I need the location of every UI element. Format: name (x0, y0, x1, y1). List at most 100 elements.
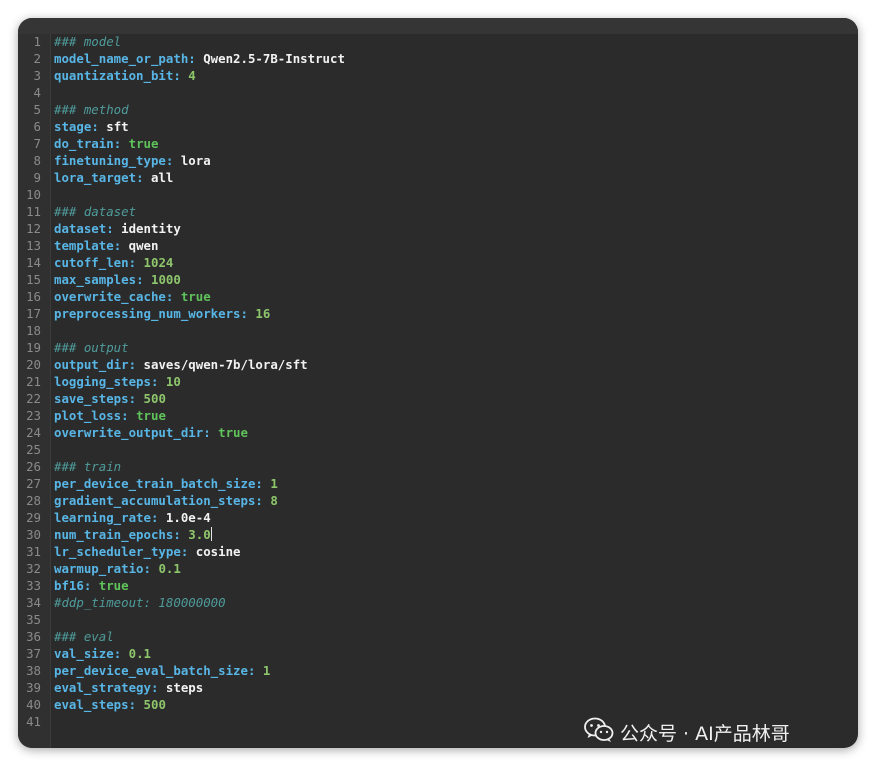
line-number: 38 (26, 663, 41, 678)
token-key: finetuning_type (54, 153, 166, 168)
code-line[interactable]: 39 eval_strategy: steps (18, 679, 858, 696)
code-line[interactable]: 25 (18, 441, 858, 458)
token-punct: : (247, 663, 263, 678)
token-punct: : (128, 391, 144, 406)
code-line[interactable]: 11 ### dataset (18, 203, 858, 220)
line-number: 26 (26, 459, 41, 474)
code-line[interactable]: 37 val_size: 0.1 (18, 645, 858, 662)
code-line[interactable]: 27 per_device_train_batch_size: 1 (18, 475, 858, 492)
line-number: 6 (33, 119, 41, 134)
line-content: eval_steps: 500 (54, 696, 166, 713)
token-str: cosine (195, 544, 241, 559)
code-line[interactable]: 7 do_train: true (18, 135, 858, 152)
code-line[interactable]: 35 (18, 611, 858, 628)
code-line[interactable]: 30 num_train_epochs: 3.0 (18, 526, 858, 543)
token-key: template (54, 238, 114, 253)
code-line[interactable]: 18 (18, 322, 858, 339)
line-number: 9 (33, 170, 41, 185)
code-line[interactable]: 34 #ddp_timeout: 180000000 (18, 594, 858, 611)
code-line[interactable]: 4 (18, 84, 858, 101)
code-line[interactable]: 24 overwrite_output_dir: true (18, 424, 858, 441)
token-bool: true (128, 136, 159, 151)
line-content: model_name_or_path: Qwen2.5-7B-Instruct (54, 50, 345, 67)
code-line[interactable]: 12 dataset: identity (18, 220, 858, 237)
line-number: 12 (26, 221, 41, 236)
token-str: all (150, 170, 174, 185)
code-line[interactable]: 38 per_device_eval_batch_size: 1 (18, 662, 858, 679)
line-number: 15 (26, 272, 41, 287)
token-key: do_train (54, 136, 114, 151)
code-line[interactable]: 5 ### method (18, 101, 858, 118)
editor-top-bar (18, 18, 858, 34)
code-line[interactable]: 2 model_name_or_path: Qwen2.5-7B-Instruct (18, 50, 858, 67)
code-line[interactable]: 8 finetuning_type: lora (18, 152, 858, 169)
code-line[interactable]: 40 eval_steps: 500 (18, 696, 858, 713)
token-bool: true (218, 425, 248, 440)
code-line[interactable]: 6 stage: sft (18, 118, 858, 135)
line-number: 23 (26, 408, 41, 423)
token-punct: : (83, 578, 99, 593)
code-line[interactable]: 32 warmup_ratio: 0.1 (18, 560, 858, 577)
token-bool: true (180, 289, 211, 304)
code-line[interactable]: 29 learning_rate: 1.0e-4 (18, 509, 858, 526)
line-content: overwrite_output_dir: true (54, 424, 248, 441)
line-number: 39 (26, 680, 41, 695)
token-punct: : (255, 493, 271, 508)
code-line[interactable]: 28 gradient_accumulation_steps: 8 (18, 492, 858, 509)
token-key: stage (54, 119, 92, 134)
line-number: 37 (26, 646, 41, 661)
token-str: saves/qwen-7b/lora/sft (143, 357, 308, 372)
line-content: eval_strategy: steps (54, 679, 203, 696)
code-line[interactable]: 19 ### output (18, 339, 858, 356)
token-bool: true (136, 408, 166, 423)
code-line[interactable]: 31 lr_scheduler_type: cosine (18, 543, 858, 560)
code-line[interactable]: 21 logging_steps: 10 (18, 373, 858, 390)
token-num: 0.1 (158, 561, 181, 576)
code-line[interactable]: 14 cutoff_len: 1024 (18, 254, 858, 271)
line-content: per_device_eval_batch_size: 1 (54, 662, 270, 679)
line-number: 16 (26, 289, 41, 304)
line-content: ### dataset (54, 203, 136, 220)
token-key: preprocessing_num_workers (54, 306, 241, 321)
code-line[interactable]: 16 overwrite_cache: true (18, 288, 858, 305)
code-line[interactable]: 10 (18, 186, 858, 203)
line-content: learning_rate: 1.0e-4 (54, 509, 211, 526)
token-num: 500 (143, 391, 166, 406)
token-num: 10 (165, 374, 181, 389)
token-num: 4 (188, 68, 196, 83)
code-editor[interactable]: 1 ### model 2 model_name_or_path: Qwen2.5-7… (18, 33, 858, 748)
token-key: save_steps (54, 391, 129, 406)
token-punct: : (136, 272, 151, 287)
token-str: 1.0e-4 (165, 510, 211, 525)
code-line[interactable]: 17 preprocessing_num_workers: 16 (18, 305, 858, 322)
code-line[interactable]: 1 ### model (18, 33, 858, 50)
line-content: plot_loss: true (54, 407, 166, 424)
code-line[interactable]: 13 template: qwen (18, 237, 858, 254)
line-number: 14 (26, 255, 41, 270)
code-line[interactable]: 36 ### eval (18, 628, 858, 645)
code-line[interactable]: 9 lora_target: all (18, 169, 858, 186)
code-line[interactable]: 15 max_samples: 1000 (18, 271, 858, 288)
line-content: save_steps: 500 (54, 390, 166, 407)
token-punct: : (113, 136, 129, 151)
line-number: 22 (26, 391, 41, 406)
line-number: 18 (26, 323, 41, 338)
code-editor-window: 1 ### model 2 model_name_or_path: Qwen2.5-7… (18, 18, 858, 748)
code-line[interactable]: 3 quantization_bit: 4 (18, 67, 858, 84)
line-number: 11 (26, 204, 41, 219)
token-key: overwrite_output_dir (54, 425, 204, 440)
code-line[interactable]: 22 save_steps: 500 (18, 390, 858, 407)
line-number: 34 (26, 595, 41, 610)
token-punct: : (173, 68, 189, 83)
token-punct: : (113, 238, 129, 253)
code-line[interactable]: 26 ### train (18, 458, 858, 475)
code-line[interactable]: 20 output_dir: saves/qwen-7b/lora/sft (18, 356, 858, 373)
line-number: 33 (26, 578, 41, 593)
token-key: eval_strategy (54, 680, 151, 695)
line-content: lr_scheduler_type: cosine (54, 543, 241, 560)
code-line[interactable]: 33 bf16: true (18, 577, 858, 594)
line-number: 27 (26, 476, 41, 491)
token-str: lora (180, 153, 211, 168)
code-line[interactable]: 23 plot_loss: true (18, 407, 858, 424)
token-punct: : (128, 357, 144, 372)
